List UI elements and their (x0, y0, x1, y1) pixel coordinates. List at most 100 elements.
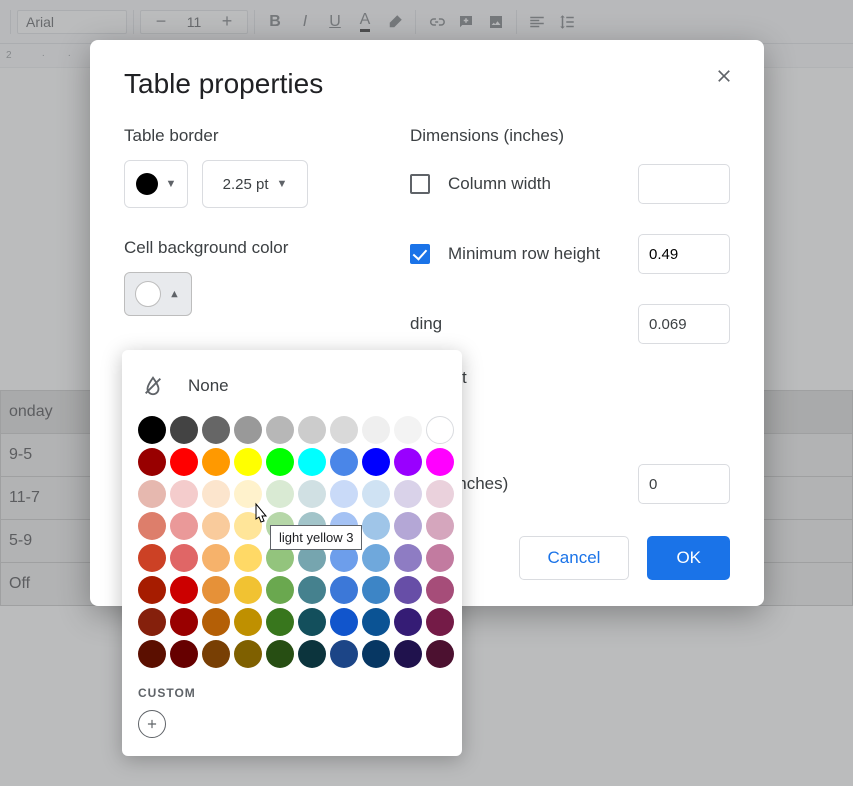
color-swatch[interactable] (394, 448, 422, 476)
color-swatch[interactable] (170, 544, 198, 572)
color-swatch[interactable] (394, 480, 422, 508)
add-custom-color-button[interactable] (138, 710, 166, 738)
dimensions-label: Dimensions (inches) (410, 126, 730, 146)
color-swatch[interactable] (362, 416, 390, 444)
color-swatch[interactable] (266, 416, 294, 444)
plus-icon (145, 717, 159, 731)
color-swatch[interactable] (426, 608, 454, 636)
color-swatch[interactable] (234, 512, 262, 540)
color-swatch[interactable] (138, 480, 166, 508)
color-swatch[interactable] (362, 544, 390, 572)
color-swatch[interactable] (138, 576, 166, 604)
color-swatch[interactable] (234, 480, 262, 508)
color-swatch[interactable] (330, 448, 358, 476)
close-button[interactable] (710, 62, 738, 90)
cell-bg-label: Cell background color (124, 238, 410, 258)
no-color-icon (142, 375, 164, 397)
color-swatch[interactable] (170, 576, 198, 604)
color-swatch[interactable] (298, 640, 326, 668)
color-swatch[interactable] (234, 576, 262, 604)
color-swatch[interactable] (362, 608, 390, 636)
color-swatch[interactable] (330, 480, 358, 508)
color-swatch[interactable] (138, 512, 166, 540)
table-border-label: Table border (124, 126, 410, 146)
color-tooltip: light yellow 3 (270, 525, 362, 550)
color-swatch[interactable] (362, 480, 390, 508)
color-swatch[interactable] (234, 544, 262, 572)
color-none-label: None (188, 376, 229, 396)
color-swatch[interactable] (138, 640, 166, 668)
border-width-dropdown[interactable]: 2.25 pt ▼ (202, 160, 308, 208)
row-height-checkbox[interactable] (410, 244, 430, 264)
color-swatch[interactable] (394, 576, 422, 604)
color-swatch[interactable] (362, 448, 390, 476)
color-swatch[interactable] (298, 416, 326, 444)
color-swatch[interactable] (202, 576, 230, 604)
color-swatch[interactable] (298, 608, 326, 636)
color-swatch[interactable] (266, 608, 294, 636)
color-swatch[interactable] (138, 544, 166, 572)
color-swatch[interactable] (202, 608, 230, 636)
cell-padding-input[interactable]: 0.069 (638, 304, 730, 344)
color-swatch[interactable] (170, 512, 198, 540)
indent-input[interactable]: 0 (638, 464, 730, 504)
color-swatch[interactable] (426, 480, 454, 508)
color-swatch[interactable] (266, 640, 294, 668)
border-color-dropdown[interactable]: ▼ (124, 160, 188, 208)
color-swatch[interactable] (170, 608, 198, 636)
color-swatch[interactable] (362, 512, 390, 540)
color-swatch[interactable] (330, 416, 358, 444)
cell-bg-swatch (135, 281, 161, 307)
color-swatch[interactable] (202, 544, 230, 572)
color-swatch[interactable] (362, 576, 390, 604)
color-swatch[interactable] (138, 608, 166, 636)
cancel-button[interactable]: Cancel (519, 536, 630, 580)
color-swatch[interactable] (426, 448, 454, 476)
color-swatch[interactable] (394, 640, 422, 668)
color-swatch[interactable] (138, 448, 166, 476)
dialog-title: Table properties (124, 68, 730, 100)
color-swatch[interactable] (170, 416, 198, 444)
color-swatch[interactable] (170, 480, 198, 508)
caret-down-icon: ▼ (166, 178, 177, 190)
column-width-checkbox[interactable] (410, 174, 430, 194)
color-swatch[interactable] (426, 512, 454, 540)
color-swatch[interactable] (330, 608, 358, 636)
color-swatch[interactable] (234, 640, 262, 668)
caret-down-icon: ▼ (276, 178, 287, 190)
color-swatch[interactable] (202, 480, 230, 508)
color-swatch[interactable] (138, 416, 166, 444)
color-swatch[interactable] (394, 608, 422, 636)
color-swatch[interactable] (394, 512, 422, 540)
color-none-option[interactable]: None (136, 368, 448, 404)
row-height-label: Minimum row height (448, 244, 638, 264)
color-swatch[interactable] (298, 480, 326, 508)
color-swatch[interactable] (426, 640, 454, 668)
color-swatch[interactable] (426, 576, 454, 604)
color-swatch[interactable] (170, 448, 198, 476)
ok-button[interactable]: OK (647, 536, 730, 580)
color-swatch[interactable] (298, 448, 326, 476)
color-swatch[interactable] (234, 608, 262, 636)
color-swatch[interactable] (266, 480, 294, 508)
color-swatch[interactable] (266, 448, 294, 476)
color-swatch[interactable] (202, 416, 230, 444)
color-swatch[interactable] (394, 416, 422, 444)
color-swatch[interactable] (330, 576, 358, 604)
color-swatch[interactable] (330, 640, 358, 668)
color-swatch[interactable] (170, 640, 198, 668)
color-swatch[interactable] (426, 544, 454, 572)
column-width-input[interactable] (638, 164, 730, 204)
color-swatch[interactable] (202, 640, 230, 668)
color-swatch[interactable] (362, 640, 390, 668)
color-swatch[interactable] (202, 512, 230, 540)
cell-bg-color-dropdown[interactable]: ▼ (124, 272, 192, 316)
color-swatch[interactable] (426, 416, 454, 444)
color-swatch[interactable] (298, 576, 326, 604)
color-swatch[interactable] (202, 448, 230, 476)
color-swatch[interactable] (234, 416, 262, 444)
color-swatch[interactable] (266, 576, 294, 604)
color-swatch[interactable] (394, 544, 422, 572)
color-swatch[interactable] (234, 448, 262, 476)
row-height-input[interactable] (638, 234, 730, 274)
